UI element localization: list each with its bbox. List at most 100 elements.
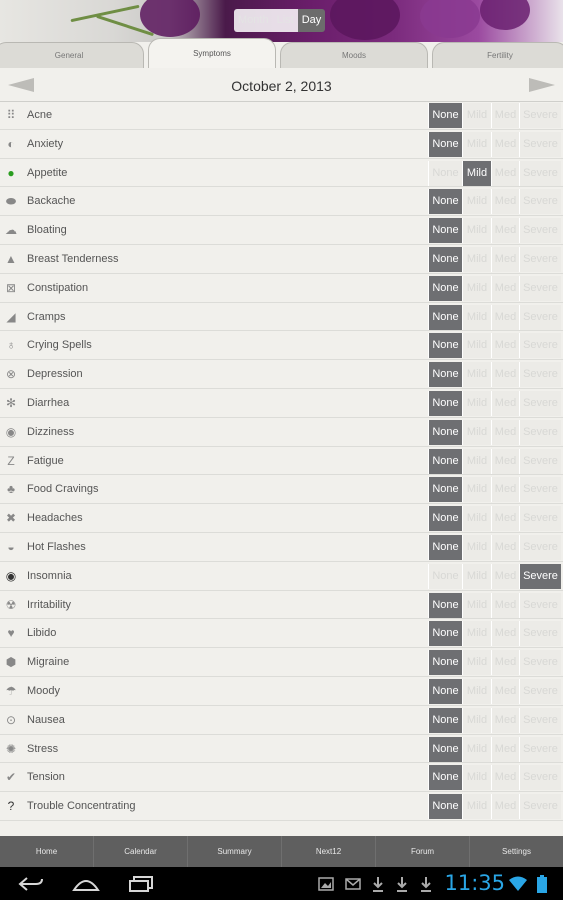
severity-severe-button[interactable]: Severe xyxy=(519,246,561,272)
severity-med-button[interactable]: Med xyxy=(491,333,519,359)
severity-none-button[interactable]: None xyxy=(428,246,462,272)
severity-none-button[interactable]: None xyxy=(428,707,462,733)
tab-fertility[interactable]: Fertility xyxy=(432,42,563,68)
severity-none-button[interactable]: None xyxy=(428,275,462,301)
severity-severe-button[interactable]: Severe xyxy=(519,765,561,791)
severity-med-button[interactable]: Med xyxy=(491,390,519,416)
severity-mild-button[interactable]: Mild xyxy=(462,275,491,301)
severity-none-button[interactable]: None xyxy=(428,419,462,445)
severity-severe-button[interactable]: Severe xyxy=(519,650,561,676)
severity-mild-button[interactable]: Mild xyxy=(462,477,491,503)
severity-mild-button[interactable]: Mild xyxy=(462,218,491,244)
severity-mild-button[interactable]: Mild xyxy=(462,160,491,186)
severity-med-button[interactable]: Med xyxy=(491,765,519,791)
severity-none-button[interactable]: None xyxy=(428,362,462,388)
severity-mild-button[interactable]: Mild xyxy=(462,362,491,388)
severity-severe-button[interactable]: Severe xyxy=(519,621,561,647)
severity-mild-button[interactable]: Mild xyxy=(462,621,491,647)
nav-home[interactable]: Home xyxy=(0,836,94,867)
severity-severe-button[interactable]: Severe xyxy=(519,678,561,704)
severity-mild-button[interactable]: Mild xyxy=(462,304,491,330)
severity-none-button[interactable]: None xyxy=(428,794,462,820)
severity-mild-button[interactable]: Mild xyxy=(462,419,491,445)
tab-moods[interactable]: Moods xyxy=(280,42,428,68)
severity-none-button[interactable]: None xyxy=(428,736,462,762)
severity-mild-button[interactable]: Mild xyxy=(462,678,491,704)
severity-none-button[interactable]: None xyxy=(428,621,462,647)
severity-severe-button[interactable]: Severe xyxy=(519,477,561,503)
severity-mild-button[interactable]: Mild xyxy=(462,736,491,762)
severity-mild-button[interactable]: Mild xyxy=(462,131,491,157)
severity-med-button[interactable]: Med xyxy=(491,736,519,762)
severity-severe-button[interactable]: Severe xyxy=(519,218,561,244)
nav-forum[interactable]: Forum xyxy=(376,836,470,867)
nav-calendar[interactable]: Calendar xyxy=(94,836,188,867)
severity-severe-button[interactable]: Severe xyxy=(519,419,561,445)
severity-med-button[interactable]: Med xyxy=(491,477,519,503)
severity-mild-button[interactable]: Mild xyxy=(462,189,491,215)
severity-none-button[interactable]: None xyxy=(428,304,462,330)
tab-general[interactable]: General xyxy=(0,42,144,68)
severity-severe-button[interactable]: Severe xyxy=(519,736,561,762)
view-day-button[interactable]: Day xyxy=(297,9,326,32)
severity-severe-button[interactable]: Severe xyxy=(519,592,561,618)
severity-severe-button[interactable]: Severe xyxy=(519,160,561,186)
severity-med-button[interactable]: Med xyxy=(491,448,519,474)
severity-med-button[interactable]: Med xyxy=(491,621,519,647)
severity-med-button[interactable]: Med xyxy=(491,506,519,532)
nav-summary[interactable]: Summary xyxy=(188,836,282,867)
severity-med-button[interactable]: Med xyxy=(491,563,519,589)
severity-med-button[interactable]: Med xyxy=(491,678,519,704)
severity-none-button[interactable]: None xyxy=(428,131,462,157)
nav-next12[interactable]: Next12 xyxy=(282,836,376,867)
severity-mild-button[interactable]: Mild xyxy=(462,534,491,560)
severity-severe-button[interactable]: Severe xyxy=(519,506,561,532)
severity-none-button[interactable]: None xyxy=(428,448,462,474)
severity-med-button[interactable]: Med xyxy=(491,650,519,676)
severity-mild-button[interactable]: Mild xyxy=(462,390,491,416)
severity-none-button[interactable]: None xyxy=(428,563,462,589)
severity-med-button[interactable]: Med xyxy=(491,794,519,820)
severity-severe-button[interactable]: Severe xyxy=(519,707,561,733)
severity-none-button[interactable]: None xyxy=(428,333,462,359)
home-icon[interactable] xyxy=(72,876,100,892)
severity-med-button[interactable]: Med xyxy=(491,160,519,186)
severity-none-button[interactable]: None xyxy=(428,390,462,416)
severity-med-button[interactable]: Med xyxy=(491,362,519,388)
severity-mild-button[interactable]: Mild xyxy=(462,333,491,359)
severity-severe-button[interactable]: Severe xyxy=(519,333,561,359)
severity-none-button[interactable]: None xyxy=(428,765,462,791)
severity-severe-button[interactable]: Severe xyxy=(519,794,561,820)
severity-severe-button[interactable]: Severe xyxy=(519,131,561,157)
recent-apps-icon[interactable] xyxy=(128,876,154,892)
severity-severe-button[interactable]: Severe xyxy=(519,390,561,416)
next-day-arrow-icon[interactable] xyxy=(529,77,555,93)
severity-med-button[interactable]: Med xyxy=(491,275,519,301)
severity-none-button[interactable]: None xyxy=(428,477,462,503)
severity-mild-button[interactable]: Mild xyxy=(462,650,491,676)
severity-none-button[interactable]: None xyxy=(428,506,462,532)
severity-severe-button[interactable]: Severe xyxy=(519,189,561,215)
severity-none-button[interactable]: None xyxy=(428,189,462,215)
severity-none-button[interactable]: None xyxy=(428,218,462,244)
severity-severe-button[interactable]: Severe xyxy=(519,563,561,589)
severity-none-button[interactable]: None xyxy=(428,103,462,128)
severity-mild-button[interactable]: Mild xyxy=(462,707,491,733)
severity-med-button[interactable]: Med xyxy=(491,189,519,215)
severity-mild-button[interactable]: Mild xyxy=(462,563,491,589)
tab-symptoms[interactable]: Symptoms xyxy=(148,38,276,68)
severity-mild-button[interactable]: Mild xyxy=(462,765,491,791)
severity-severe-button[interactable]: Severe xyxy=(519,275,561,301)
severity-mild-button[interactable]: Mild xyxy=(462,506,491,532)
view-list-button[interactable]: List xyxy=(272,9,298,32)
severity-none-button[interactable]: None xyxy=(428,534,462,560)
severity-med-button[interactable]: Med xyxy=(491,246,519,272)
severity-med-button[interactable]: Med xyxy=(491,707,519,733)
severity-med-button[interactable]: Med xyxy=(491,103,519,128)
back-icon[interactable] xyxy=(18,876,44,892)
severity-severe-button[interactable]: Severe xyxy=(519,448,561,474)
severity-mild-button[interactable]: Mild xyxy=(462,794,491,820)
severity-severe-button[interactable]: Severe xyxy=(519,362,561,388)
severity-med-button[interactable]: Med xyxy=(491,131,519,157)
severity-med-button[interactable]: Med xyxy=(491,534,519,560)
